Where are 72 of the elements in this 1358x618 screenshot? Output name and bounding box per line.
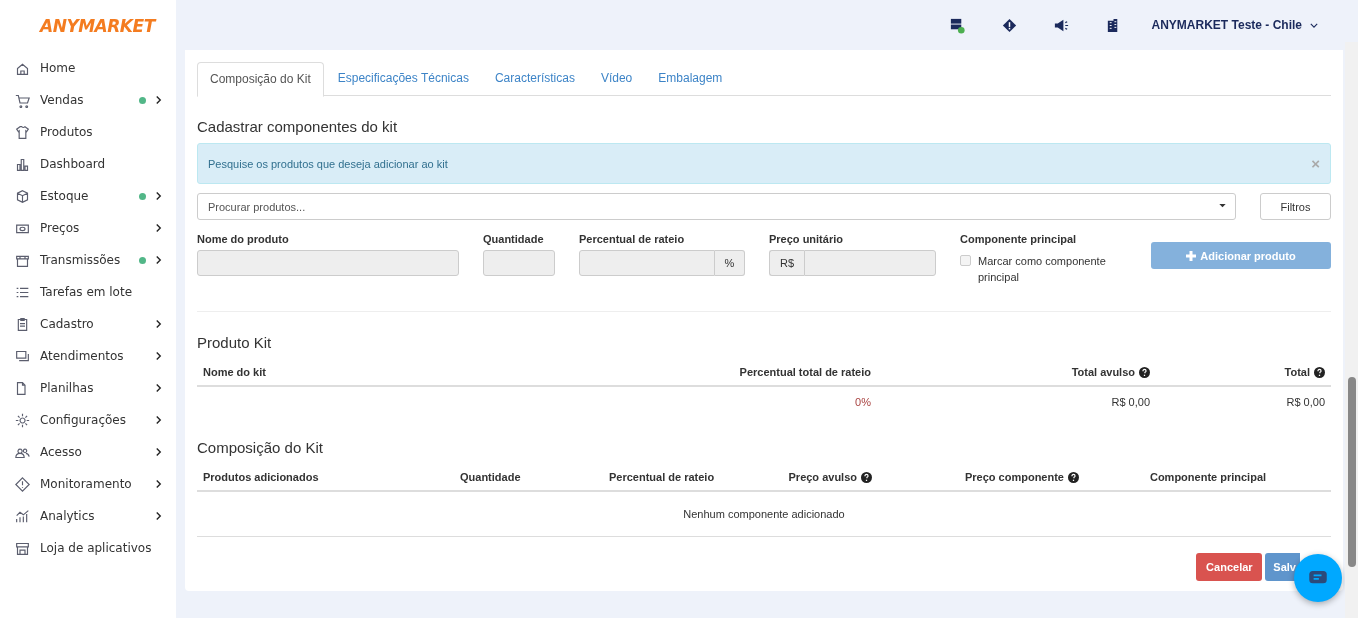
sidebar-item[interactable]: Vendas [0, 84, 176, 116]
alert-text: Pesquise os produtos que deseja adicionar ao kit [208, 157, 448, 170]
column-header: Produtos adicionados [202, 471, 320, 483]
field-label: Percentual de rateio [579, 233, 685, 245]
search-field[interactable]: Procurar produtos... [197, 193, 1236, 220]
checkbox-label: Marcar como componente principal [978, 254, 1107, 285]
tab[interactable]: Especificações Técnicas [325, 62, 481, 95]
table-cell-text: R$ 0,00 [1285, 396, 1326, 408]
brand-logo: ANYMARKET [40, 16, 155, 36]
menu-item-icon [15, 348, 30, 364]
checkbox[interactable] [960, 255, 971, 266]
table-cell-text: R$ 0,00 [1110, 396, 1151, 408]
column-header: Percentual de rateio [608, 471, 716, 483]
scrollbar[interactable] [1345, 42, 1358, 618]
tab[interactable]: Composição do Kit [197, 62, 324, 97]
column-header: Componente principal [1148, 471, 1268, 483]
alert-icon[interactable] [1000, 16, 1018, 34]
sidebar-item[interactable]: Cadastro [0, 308, 176, 340]
sidebar-item[interactable]: Atendimentos [0, 340, 176, 372]
column-header: Preço avulso [723, 471, 878, 483]
menu-item-icon [15, 60, 30, 76]
sidebar-item[interactable]: Preços [0, 212, 176, 244]
menu-item-icon [15, 476, 30, 492]
sidebar-item[interactable]: Produtos [0, 116, 176, 148]
tab[interactable]: Vídeo [588, 62, 645, 95]
empty-message: Nenhum componente adicionado [683, 508, 845, 520]
caret-icon [1219, 204, 1226, 208]
menu-item-icon [15, 540, 30, 556]
menu-item-icon [15, 188, 30, 204]
column-header: Nome do kit [202, 366, 267, 378]
plus-icon [1186, 250, 1197, 261]
sidebar-item[interactable]: Analytics [0, 500, 176, 532]
tab[interactable]: Características [482, 62, 587, 95]
chat-icon [1309, 571, 1327, 585]
section-title: Composição do Kit [197, 439, 323, 456]
sidebar-item[interactable]: Configurações [0, 404, 176, 436]
field-label: Nome do produto [197, 233, 289, 245]
tab[interactable]: Embalagem [646, 62, 735, 95]
filter-button[interactable]: Filtros [1260, 193, 1331, 220]
input-addon: R$ [769, 250, 804, 276]
sidebar-item[interactable]: Acesso [0, 436, 176, 468]
sidebar-item[interactable]: Planilhas [0, 372, 176, 404]
menu-item-icon [15, 156, 30, 172]
column-header: Total [1156, 366, 1331, 378]
sidebar-item[interactable]: Dashboard [0, 148, 176, 180]
sidebar-item[interactable]: Transmissões [0, 244, 176, 276]
sidebar-item[interactable]: Loja de aplicativos [0, 532, 176, 564]
field-label: Preço unitário [769, 233, 843, 245]
input-addon: % [715, 250, 745, 276]
field-label: Componente principal [960, 233, 1077, 245]
sidebar-item[interactable]: Home [0, 52, 176, 84]
chat-button[interactable] [1294, 554, 1342, 602]
sidebar-item[interactable]: Estoque [0, 180, 176, 212]
account-menu[interactable]: ANYMARKET Teste - Chile [1151, 18, 1318, 32]
column-header: Quantidade [459, 471, 522, 483]
sidebar-item[interactable]: Monitoramento [0, 468, 176, 500]
section-title: Cadastrar componentes do kit [197, 118, 398, 135]
column-header: Preço componente [878, 471, 1085, 483]
column-header: Total avulso [877, 366, 1156, 378]
menu-item-icon [15, 508, 30, 524]
field-label: Quantidade [483, 233, 544, 245]
menu-item-icon [15, 412, 30, 428]
table-cell-text: 0% [854, 396, 872, 408]
menu-item-icon [15, 92, 30, 108]
server-status-icon[interactable] [948, 16, 966, 34]
column-header: Percentual total de rateio [738, 366, 872, 378]
caret-icon [1310, 22, 1318, 28]
menu-item-icon [15, 316, 30, 332]
menu-item-icon [15, 124, 30, 140]
sidebar-item[interactable]: Tarefas em lote [0, 276, 176, 308]
cancel-button[interactable]: Cancelar [1196, 553, 1263, 581]
section-title: Produto Kit [197, 334, 272, 351]
